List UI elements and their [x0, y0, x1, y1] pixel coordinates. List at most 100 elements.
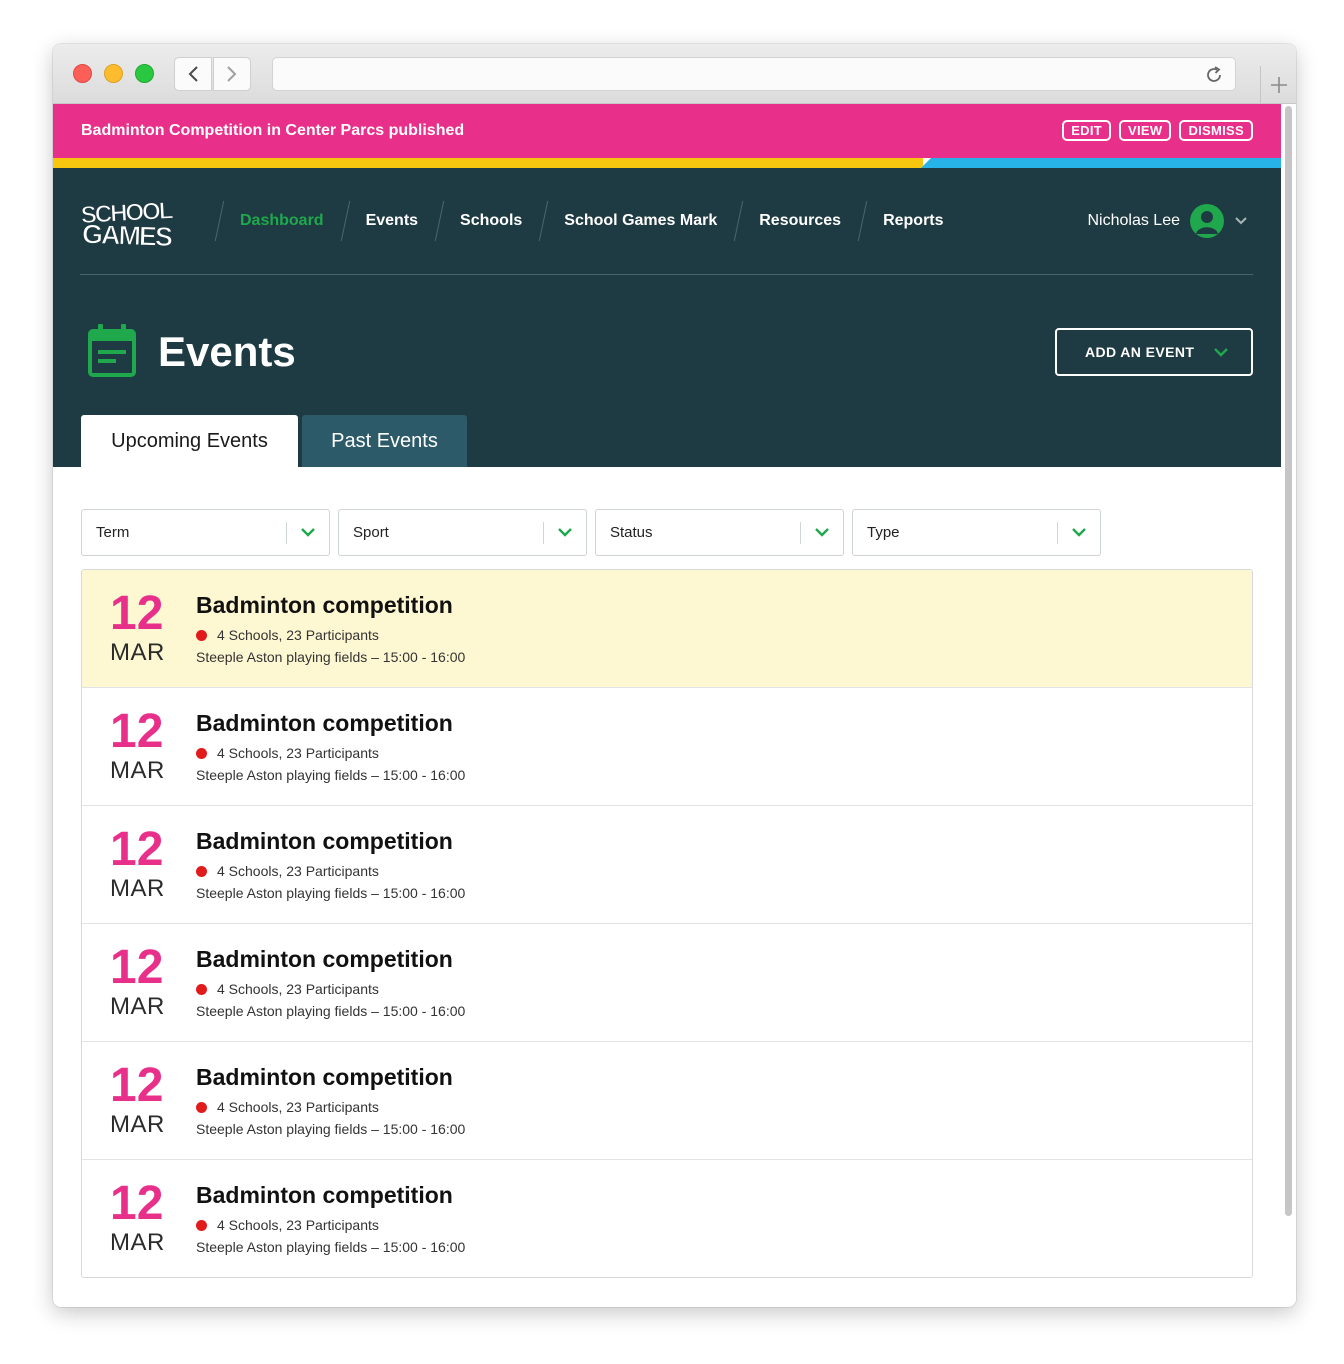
- events-list: 12 MAR Badminton competition 4 Schools, …: [81, 569, 1253, 1278]
- svg-text:GAMES: GAMES: [82, 219, 173, 248]
- add-event-button[interactable]: ADD AN EVENT: [1055, 328, 1253, 376]
- nav-separator: [537, 201, 549, 241]
- nav-item-schools[interactable]: Schools: [445, 212, 537, 230]
- status-dot-icon: [196, 747, 207, 759]
- chevron-down-icon: [558, 528, 572, 537]
- brand-stripe-blue: [921, 158, 1281, 168]
- event-location: Steeple Aston playing fields – 15:00 - 1…: [196, 767, 466, 783]
- event-day: 12: [110, 823, 164, 876]
- nav-item-resources[interactable]: Resources: [744, 212, 856, 230]
- event-row[interactable]: 12 MAR Badminton competition 4 Schools, …: [82, 1042, 1252, 1160]
- event-row[interactable]: 12 MAR Badminton competition 4 Schools, …: [82, 924, 1252, 1042]
- event-location: Steeple Aston playing fields – 15:00 - 1…: [196, 1239, 466, 1255]
- minimize-window-button[interactable]: [104, 64, 123, 83]
- forward-button[interactable]: [213, 57, 251, 91]
- event-row[interactable]: 12 MAR Badminton competition 4 Schools, …: [82, 570, 1252, 688]
- event-title[interactable]: Badminton competition: [196, 710, 453, 737]
- school-games-logo[interactable]: SCHOOL GAMES: [80, 196, 200, 248]
- event-day: 12: [110, 587, 164, 640]
- event-row[interactable]: 12 MAR Badminton competition 4 Schools, …: [82, 806, 1252, 924]
- back-button[interactable]: [174, 57, 212, 91]
- filter-label: Status: [610, 524, 653, 541]
- filter-label: Type: [867, 524, 900, 541]
- new-tab-button[interactable]: [1260, 66, 1296, 104]
- event-title[interactable]: Badminton competition: [196, 946, 453, 973]
- status-filter[interactable]: Status: [595, 509, 844, 556]
- close-window-button[interactable]: [73, 64, 92, 83]
- filter-divider: [1057, 522, 1058, 544]
- event-title[interactable]: Badminton competition: [196, 1182, 453, 1209]
- user-icon: [1196, 211, 1218, 234]
- chevron-down-icon: [301, 528, 315, 537]
- nav-item-school-games-mark[interactable]: School Games Mark: [549, 212, 732, 230]
- event-meta: 4 Schools, 23 Participants: [196, 1217, 379, 1233]
- event-month: MAR: [110, 993, 165, 1020]
- filter-divider: [543, 522, 544, 544]
- view-button[interactable]: VIEW: [1119, 120, 1172, 141]
- event-day: 12: [110, 1177, 164, 1230]
- nav-separator: [213, 201, 225, 241]
- browser-titlebar: [53, 44, 1296, 104]
- nav-item-events[interactable]: Events: [351, 212, 433, 230]
- edit-button[interactable]: EDIT: [1062, 120, 1111, 141]
- tab-past-events[interactable]: Past Events: [302, 415, 467, 467]
- tab-upcoming-events[interactable]: Upcoming Events: [81, 415, 298, 467]
- event-meta: 4 Schools, 23 Participants: [196, 745, 379, 761]
- event-meta: 4 Schools, 23 Participants: [196, 627, 379, 643]
- event-location: Steeple Aston playing fields – 15:00 - 1…: [196, 1003, 466, 1019]
- event-title[interactable]: Badminton competition: [196, 828, 453, 855]
- filter-label: Term: [96, 524, 130, 541]
- sport-filter[interactable]: Sport: [338, 509, 587, 556]
- chevron-down-icon: [1235, 217, 1247, 225]
- maximize-window-button[interactable]: [135, 64, 154, 83]
- event-row[interactable]: 12 MAR Badminton competition 4 Schools, …: [82, 688, 1252, 806]
- browser-window: Badminton Competition in Center Parcs pu…: [53, 44, 1296, 1307]
- event-location: Steeple Aston playing fields – 15:00 - 1…: [196, 1121, 466, 1137]
- nav-separator: [433, 201, 445, 241]
- user-menu[interactable]: Nicholas Lee: [1088, 204, 1249, 238]
- nav-separator: [339, 201, 351, 241]
- nav-item-reports[interactable]: Reports: [868, 212, 958, 230]
- calendar-icon: [88, 324, 136, 377]
- event-participants: 4 Schools, 23 Participants: [217, 863, 379, 879]
- event-participants: 4 Schools, 23 Participants: [217, 1099, 379, 1115]
- reload-icon[interactable]: [1203, 64, 1225, 86]
- filter-divider: [286, 522, 287, 544]
- user-name: Nicholas Lee: [1087, 212, 1181, 229]
- event-participants: 4 Schools, 23 Participants: [217, 1217, 379, 1233]
- status-dot-icon: [196, 865, 207, 877]
- event-participants: 4 Schools, 23 Participants: [217, 981, 379, 997]
- dismiss-button[interactable]: DISMISS: [1179, 120, 1253, 141]
- event-day: 12: [110, 705, 164, 758]
- nav-separator: [856, 201, 868, 241]
- scrollbar[interactable]: [1285, 106, 1292, 1216]
- avatar: [1190, 204, 1224, 238]
- add-event-label: ADD AN EVENT: [1085, 344, 1195, 360]
- address-bar[interactable]: [272, 57, 1236, 91]
- brand-stripe-yellow: [53, 158, 923, 168]
- header-divider: [80, 274, 1253, 275]
- chevron-down-icon: [1214, 348, 1228, 357]
- event-meta: 4 Schools, 23 Participants: [196, 863, 379, 879]
- type-filter[interactable]: Type: [852, 509, 1101, 556]
- page-title: Events: [158, 328, 296, 375]
- filter-bar: Term Sport Status Type: [81, 509, 1101, 556]
- event-title[interactable]: Badminton competition: [196, 1064, 453, 1091]
- filter-divider: [800, 522, 801, 544]
- nav-separator: [732, 201, 744, 241]
- notification-message: Badminton Competition in Center Parcs pu…: [81, 122, 465, 139]
- status-dot-icon: [196, 983, 207, 995]
- event-location: Steeple Aston playing fields – 15:00 - 1…: [196, 649, 466, 665]
- term-filter[interactable]: Term: [81, 509, 330, 556]
- event-row[interactable]: 12 MAR Badminton competition 4 Schools, …: [82, 1160, 1252, 1277]
- event-day: 12: [110, 1059, 164, 1112]
- event-participants: 4 Schools, 23 Participants: [217, 745, 379, 761]
- event-month: MAR: [110, 875, 165, 902]
- chevron-right-icon: [227, 66, 237, 82]
- event-day: 12: [110, 941, 164, 994]
- event-meta: 4 Schools, 23 Participants: [196, 981, 379, 997]
- chevron-left-icon: [188, 66, 198, 82]
- main-nav: Dashboard Events Schools School Games Ma…: [213, 201, 959, 241]
- event-title[interactable]: Badminton competition: [196, 592, 453, 619]
- nav-item-dashboard[interactable]: Dashboard: [225, 212, 339, 230]
